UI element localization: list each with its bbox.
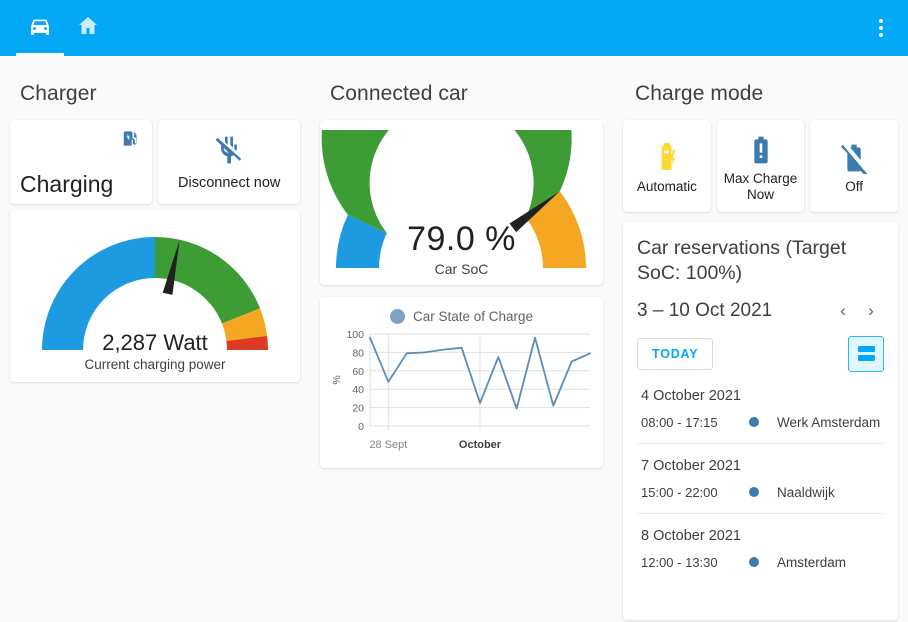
mode-automatic-label: Automatic bbox=[636, 179, 697, 195]
reservation-color-dot bbox=[749, 557, 759, 568]
charge-mode-column: Charge mode Automatic Max Charge Now Off bbox=[613, 56, 908, 622]
svg-text:80: 80 bbox=[352, 347, 364, 359]
disconnect-now-label: Disconnect now bbox=[178, 174, 281, 191]
mode-off-label: Off bbox=[845, 179, 864, 195]
reservation-color-dot bbox=[749, 417, 759, 428]
svg-text:100: 100 bbox=[346, 329, 364, 341]
charger-column: Charger Charging Disconnect now 2,287 Wa… bbox=[0, 56, 310, 622]
reservation-group: 8 October 2021 12:00 - 13:30 Amsterdam bbox=[637, 512, 884, 583]
battery-alert-icon bbox=[745, 129, 777, 171]
reservation-time: 08:00 - 17:15 bbox=[641, 414, 718, 430]
dashboard: Charger Charging Disconnect now 2,287 Wa… bbox=[0, 56, 908, 622]
app-bar bbox=[0, 0, 908, 56]
disconnect-now-button[interactable]: Disconnect now bbox=[158, 120, 300, 204]
reservation-item[interactable]: 15:00 - 22:00 Naaldwijk bbox=[637, 476, 884, 509]
reservation-range-row: 3 – 10 Oct 2021 ‹ › bbox=[637, 300, 884, 322]
today-button[interactable]: TODAY bbox=[637, 337, 714, 370]
plug-off-icon bbox=[213, 134, 245, 171]
svg-text:October: October bbox=[459, 439, 502, 451]
svg-text:60: 60 bbox=[352, 366, 364, 378]
reservation-color-dot bbox=[749, 487, 759, 498]
reservation-time: 15:00 - 22:00 bbox=[641, 484, 718, 500]
battery-bolt-icon bbox=[649, 137, 685, 179]
ev-station-icon bbox=[121, 129, 140, 153]
charge-mode-row: Automatic Max Charge Now Off bbox=[623, 120, 899, 212]
car-icon bbox=[28, 14, 52, 43]
chevron-left-icon[interactable]: ‹ bbox=[836, 302, 850, 319]
car-soc-gauge-card: 79.0 % Car SoC bbox=[320, 120, 603, 285]
reservation-time: 12:00 - 13:30 bbox=[641, 554, 718, 570]
battery-off-icon bbox=[838, 137, 870, 179]
svg-text:28 Sept: 28 Sept bbox=[369, 439, 407, 451]
charger-status-row: Charging Disconnect now bbox=[10, 120, 300, 204]
home-icon bbox=[76, 14, 100, 43]
svg-text:20: 20 bbox=[352, 403, 364, 415]
car-reservations-title: Car reservations (Target SoC: 100%) bbox=[637, 237, 847, 284]
soc-history-chart: 0 20 40 60 80 100% 28 Sept October bbox=[331, 329, 591, 451]
chevron-right-icon[interactable]: › bbox=[864, 302, 878, 319]
svg-text:0: 0 bbox=[358, 421, 364, 433]
mode-automatic-button[interactable]: Automatic bbox=[623, 120, 711, 212]
charging-power-gauge-card: 2,287 Watt Current charging power bbox=[10, 210, 300, 382]
connected-car-column: Connected car 79.0 % Car SoC Car State o… bbox=[310, 56, 613, 622]
mode-max-charge-now-label: Max Charge Now bbox=[723, 171, 798, 202]
soc-history-chart-card: Car State of Charge 0 20 40 60 80 100% 28 Sept… bbox=[320, 297, 603, 468]
more-vert-icon[interactable] bbox=[868, 15, 894, 41]
chart-legend-label: Car State of Charge bbox=[412, 309, 534, 324]
reservation-nav: ‹ › bbox=[836, 302, 884, 319]
reservation-location: Amsterdam bbox=[777, 554, 847, 570]
legend-marker-icon bbox=[389, 309, 405, 324]
car-soc-gauge bbox=[320, 130, 603, 278]
reservation-list: 4 October 2021 08:00 - 17:15 Werk Amsterda… bbox=[637, 380, 884, 583]
reservation-item[interactable]: 08:00 - 17:15 Werk Amsterdam bbox=[637, 406, 884, 439]
reservation-item[interactable]: 12:00 - 13:30 Amsterdam bbox=[637, 546, 884, 579]
reservation-group: 4 October 2021 08:00 - 17:15 Werk Amsterda… bbox=[637, 380, 884, 443]
svg-text:%: % bbox=[331, 375, 343, 384]
reservation-date: 8 October 2021 bbox=[641, 527, 741, 544]
mode-max-charge-now-button[interactable]: Max Charge Now bbox=[716, 120, 805, 212]
reservation-location: Werk Amsterdam bbox=[777, 414, 881, 430]
agenda-view-icon[interactable] bbox=[848, 335, 884, 372]
charging-power-gauge bbox=[10, 222, 300, 372]
charge-mode-section-title: Charge mode bbox=[635, 82, 764, 105]
mode-off-button[interactable]: Off bbox=[810, 120, 899, 212]
charger-section-title: Charger bbox=[20, 82, 97, 105]
chart-legend: Car State of Charge bbox=[328, 309, 595, 324]
tab-bar bbox=[0, 0, 112, 56]
connected-car-section-title: Connected car bbox=[330, 82, 468, 105]
reservation-location: Naaldwijk bbox=[777, 484, 835, 500]
tab-home[interactable] bbox=[64, 0, 112, 56]
reservation-date-range: 3 – 10 Oct 2021 bbox=[637, 299, 773, 321]
reservation-controls-row: TODAY bbox=[637, 335, 884, 372]
reservation-date: 7 October 2021 bbox=[641, 457, 741, 474]
charger-status-label: Charging bbox=[20, 171, 114, 197]
tab-car[interactable] bbox=[16, 0, 64, 56]
reservation-date: 4 October 2021 bbox=[641, 387, 741, 404]
reservation-group: 7 October 2021 15:00 - 22:00 Naaldwijk bbox=[637, 442, 884, 513]
svg-text:40: 40 bbox=[352, 384, 364, 396]
car-reservations-card: Car reservations (Target SoC: 100%) 3 – … bbox=[623, 222, 898, 620]
charger-status-card: Charging bbox=[10, 120, 153, 204]
